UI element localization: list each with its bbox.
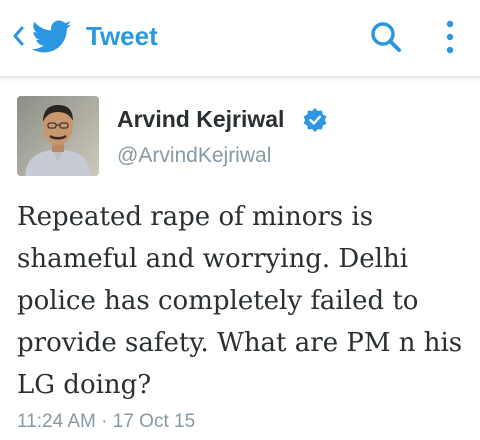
avatar[interactable] [17, 96, 99, 176]
profile-photo [17, 96, 99, 176]
tweet-timestamp: 11:24 AM · 17 Oct 15 [17, 411, 196, 432]
page-title[interactable]: Tweet [86, 18, 158, 54]
search-icon[interactable] [366, 18, 406, 58]
more-vertical-icon[interactable] [438, 14, 462, 60]
twitter-bird-icon [32, 20, 72, 53]
tweet-text: Repeated rape of minors is shameful and … [17, 202, 463, 400]
top-app-bar: Tweet [0, 0, 480, 78]
chevron-left-icon [13, 26, 24, 46]
verified-badge-icon [303, 108, 327, 132]
author-name[interactable]: Arvind Kejriwal [117, 104, 284, 134]
author-handle[interactable]: @ArvindKejriwal [117, 142, 271, 170]
back-button[interactable] [8, 16, 28, 56]
